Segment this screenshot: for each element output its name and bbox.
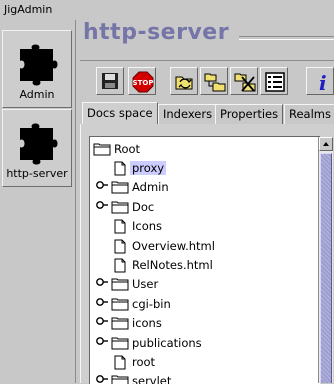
title-bar: JigAdmin bbox=[0, 0, 334, 20]
file-icon bbox=[114, 355, 126, 370]
expand-toggle-icon[interactable] bbox=[96, 336, 108, 346]
stop-icon: STOP bbox=[132, 71, 154, 93]
header-divider bbox=[239, 36, 334, 40]
service-label: http-server bbox=[6, 167, 68, 180]
folder-open-icon bbox=[93, 143, 111, 156]
folder-icon bbox=[111, 317, 129, 330]
scroll-up-arrow[interactable] bbox=[319, 137, 333, 151]
info-button[interactable]: i bbox=[306, 67, 334, 95]
tree-row[interactable]: root bbox=[90, 353, 320, 372]
tree-item-label: Doc bbox=[132, 199, 155, 214]
tree-item-label: root bbox=[132, 355, 156, 369]
tree-item-label: publications bbox=[132, 335, 202, 350]
service-http-server-button[interactable]: http-server bbox=[2, 109, 72, 187]
tree-row[interactable]: Admin bbox=[90, 178, 320, 197]
stop-button[interactable]: STOP bbox=[128, 67, 156, 95]
tab-properties[interactable]: Properties bbox=[215, 104, 284, 124]
folder-icon bbox=[111, 337, 129, 350]
tree-row[interactable]: Icons bbox=[90, 217, 320, 236]
expand-toggle-icon[interactable] bbox=[96, 200, 108, 210]
service-admin-button[interactable]: Admin bbox=[2, 30, 72, 108]
tree-scrollbar[interactable] bbox=[318, 137, 333, 383]
add-folder-button[interactable] bbox=[200, 67, 228, 95]
delete-folder-button[interactable] bbox=[230, 67, 258, 95]
puzzle-icon bbox=[20, 44, 58, 86]
tree-item-label: icons bbox=[132, 316, 162, 331]
puzzle-icon bbox=[20, 123, 58, 165]
tab-docs-space[interactable]: Docs space bbox=[82, 102, 158, 126]
tree-item-label: cgi-bin bbox=[132, 296, 171, 311]
properties-button[interactable] bbox=[260, 67, 288, 95]
toolbar: STOP i bbox=[80, 60, 334, 99]
svg-text:STOP: STOP bbox=[133, 79, 154, 87]
tree-item-label: User bbox=[132, 277, 159, 292]
properties-list-icon bbox=[265, 72, 285, 92]
tree-row[interactable]: cgi-bin bbox=[90, 295, 320, 314]
tab-bar: Docs space Indexers Properties Realms bbox=[80, 102, 334, 126]
tab-realms[interactable]: Realms bbox=[284, 104, 334, 124]
tree-root-row[interactable]: Root bbox=[90, 140, 320, 159]
delete-folder-icon bbox=[234, 73, 256, 92]
save-icon bbox=[102, 73, 118, 89]
tree-item-label: Icons bbox=[132, 219, 163, 234]
expand-toggle-icon[interactable] bbox=[96, 277, 108, 287]
tree-root-label: Root bbox=[114, 142, 141, 156]
file-icon bbox=[114, 258, 126, 273]
expand-toggle-icon[interactable] bbox=[96, 316, 108, 326]
file-icon bbox=[114, 239, 126, 254]
tree-row[interactable]: proxy bbox=[90, 159, 320, 178]
tree-item-label: Overview.html bbox=[132, 238, 215, 253]
page-header: http-server bbox=[79, 20, 334, 58]
page-title: http-server bbox=[83, 20, 230, 45]
folder-icon bbox=[111, 201, 129, 214]
docs-space-panel: Root proxy Admin Doc Icons Overview.html RelN… bbox=[80, 124, 334, 384]
file-icon bbox=[114, 219, 126, 234]
reload-button[interactable] bbox=[170, 67, 198, 95]
tree-row[interactable]: Doc bbox=[90, 198, 320, 217]
resource-tree[interactable]: Root proxy Admin Doc Icons Overview.html RelN… bbox=[89, 136, 320, 384]
window-title: JigAdmin bbox=[4, 3, 53, 16]
svg-text:i: i bbox=[319, 71, 327, 93]
tab-indexers[interactable]: Indexers bbox=[158, 104, 218, 124]
save-button[interactable] bbox=[96, 67, 124, 95]
tree-row[interactable]: publications bbox=[90, 334, 320, 353]
folder-icon bbox=[111, 298, 129, 311]
tree-row[interactable]: User bbox=[90, 275, 320, 294]
service-label: Admin bbox=[19, 88, 55, 101]
tree-item-label: Admin bbox=[132, 180, 169, 195]
expand-toggle-icon[interactable] bbox=[96, 180, 108, 190]
info-icon: i bbox=[319, 71, 327, 93]
tree-item-label: proxy bbox=[130, 161, 167, 175]
expand-toggle-icon[interactable] bbox=[96, 297, 108, 307]
tree-row[interactable]: servlet bbox=[90, 372, 320, 384]
add-folder-icon bbox=[204, 73, 226, 92]
folder-icon bbox=[111, 181, 129, 194]
service-sidebar: Admin http-server bbox=[0, 20, 76, 383]
folder-icon bbox=[111, 278, 129, 291]
tree-item-label: RelNotes.html bbox=[132, 258, 213, 272]
tree-row[interactable]: RelNotes.html bbox=[90, 256, 320, 275]
file-icon bbox=[114, 161, 126, 176]
scroll-thumb[interactable] bbox=[320, 153, 332, 383]
tree-row[interactable]: icons bbox=[90, 314, 320, 333]
reload-folders-icon bbox=[175, 76, 193, 90]
tree-row[interactable]: Overview.html bbox=[90, 237, 320, 256]
